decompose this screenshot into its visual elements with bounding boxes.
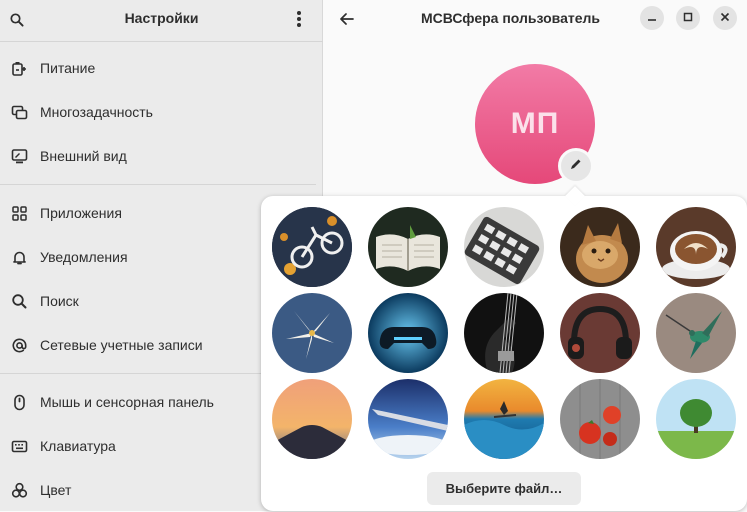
apps-grid-icon — [11, 205, 28, 222]
settings-window: Настройки Питание Многозадачность Внешни… — [0, 0, 747, 511]
open-book-image[interactable] — [368, 207, 448, 287]
coffee-latte-image[interactable] — [656, 207, 736, 287]
multitasking-icon — [11, 104, 28, 121]
headphones-image[interactable] — [560, 293, 640, 373]
battery-icon — [11, 60, 28, 77]
bass-guitar-image[interactable] — [464, 293, 544, 373]
search-icon — [11, 293, 28, 310]
bell-icon — [11, 249, 28, 266]
back-arrow-icon[interactable] — [337, 9, 357, 29]
cat-image[interactable] — [560, 207, 640, 287]
gamepad-image[interactable] — [368, 293, 448, 373]
sidebar-item-label: Поиск — [40, 293, 79, 309]
mountain-sunset-image[interactable] — [272, 379, 352, 459]
at-sign-icon — [11, 337, 28, 354]
avatar-picker-popover: Выберите файл… — [261, 186, 747, 511]
sidebar-item-multitasking[interactable]: Многозадачность — [0, 90, 323, 134]
sidebar-item-label: Уведомления — [40, 249, 128, 265]
airplane-wing-image[interactable] — [368, 379, 448, 459]
calculator-image[interactable] — [464, 207, 544, 287]
choose-file-button[interactable]: Выберите файл… — [427, 472, 581, 505]
color-icon — [11, 482, 28, 499]
sidebar-separator — [0, 184, 316, 185]
sidebar-header: Настройки — [0, 0, 323, 42]
lily-flower-image[interactable] — [272, 293, 352, 373]
sidebar-item-label: Внешний вид — [40, 148, 127, 164]
keyboard-icon — [11, 438, 28, 455]
bicycle-sign-image[interactable] — [272, 207, 352, 287]
sidebar-item-power[interactable]: Питание — [0, 46, 323, 90]
close-button[interactable] — [713, 6, 737, 30]
close-icon — [720, 9, 730, 27]
mouse-icon — [11, 394, 28, 411]
pencil-icon — [569, 157, 583, 176]
sidebar-item-appearance[interactable]: Внешний вид — [0, 134, 323, 178]
sidebar-item-label: Клавиатура — [40, 438, 116, 454]
hummingbird-image[interactable] — [656, 293, 736, 373]
maximize-button[interactable] — [676, 6, 700, 30]
avatar-initials: МП — [510, 107, 560, 140]
maximize-icon — [683, 9, 693, 27]
tomatoes-image[interactable] — [560, 379, 640, 459]
surfer-image[interactable] — [464, 379, 544, 459]
tree-field-image[interactable] — [656, 379, 736, 459]
kebab-menu-icon[interactable] — [288, 8, 310, 30]
appearance-icon — [11, 148, 28, 165]
minimize-icon — [647, 9, 657, 27]
minimize-button[interactable] — [640, 6, 664, 30]
sidebar-item-label: Сетевые учетные записи — [40, 337, 203, 353]
sidebar-item-label: Приложения — [40, 205, 122, 221]
sidebar-item-label: Питание — [40, 60, 96, 76]
page-title: МСВСфера пользователь — [421, 10, 601, 26]
edit-avatar-button[interactable] — [558, 148, 594, 184]
sidebar-item-label: Мышь и сенсорная панель — [40, 394, 214, 410]
sidebar-item-label: Цвет — [40, 482, 72, 498]
sidebar-title: Настройки — [124, 10, 199, 26]
sidebar-item-label: Многозадачность — [40, 104, 153, 120]
